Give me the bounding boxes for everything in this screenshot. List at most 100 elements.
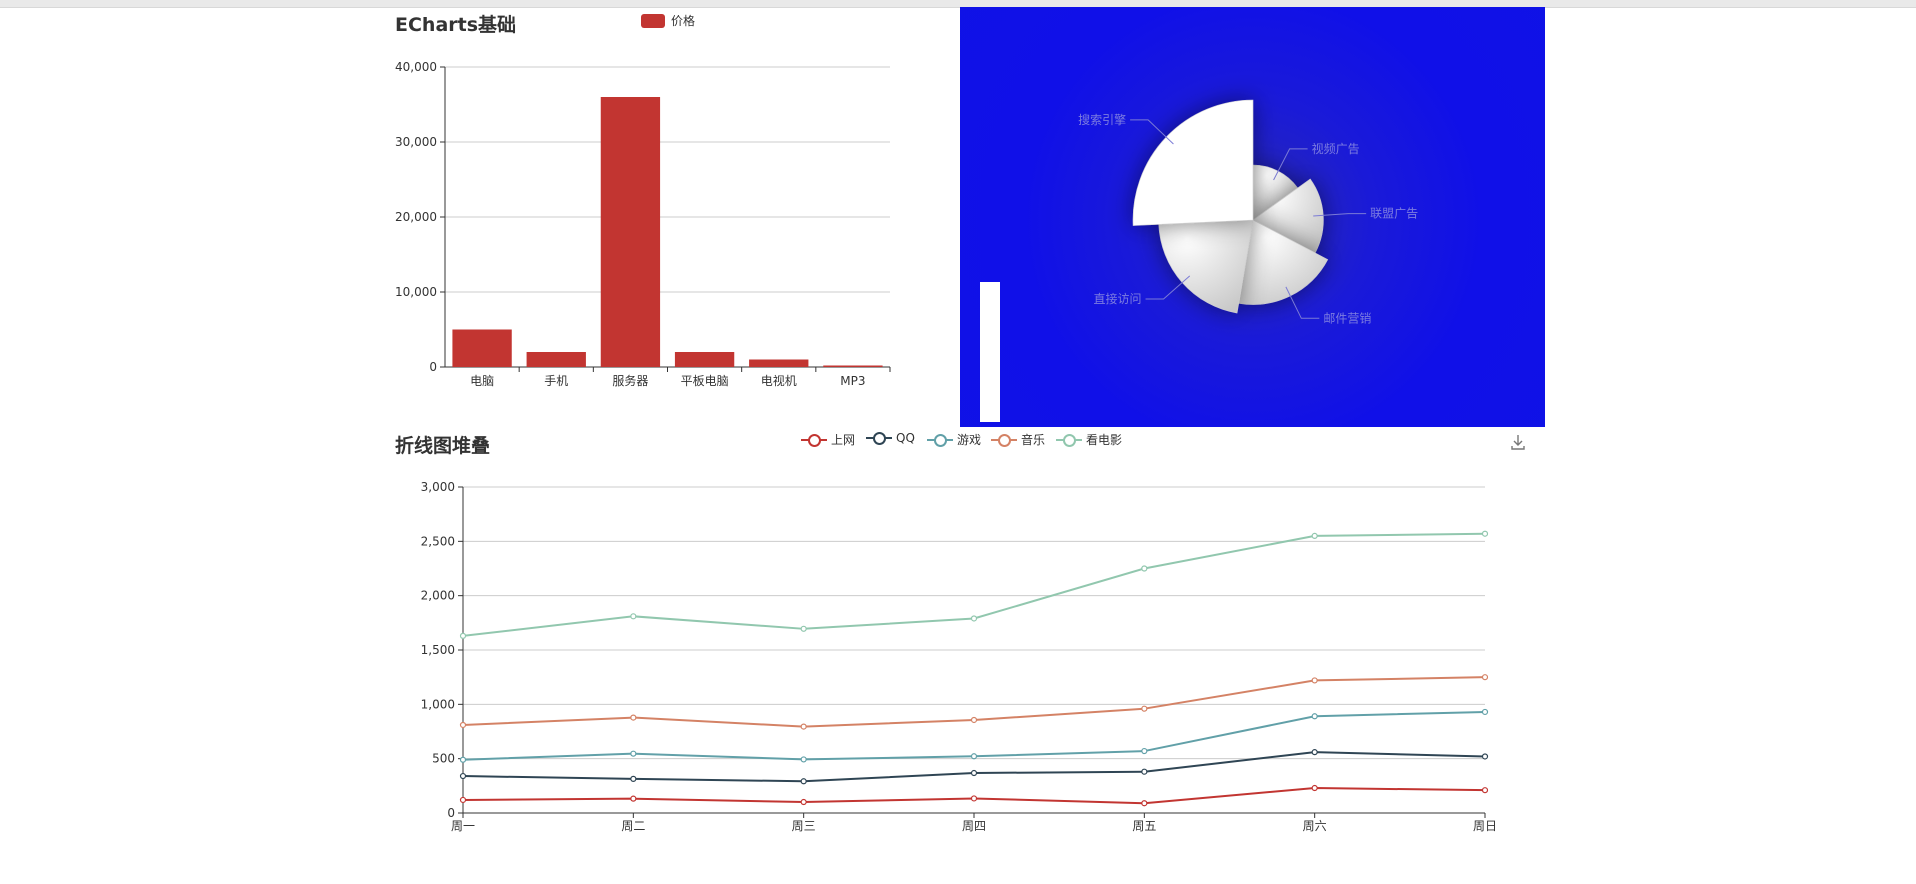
- line-chart: 0 500 1,000 1,500 2,000 2,500 3,000 周一 周二 周三 周四 周五 周…: [421, 480, 1497, 833]
- line-legend-icon: [1056, 433, 1082, 447]
- line-point[interactable]: [1141, 800, 1148, 807]
- bar-xtick-label: 电脑: [470, 374, 494, 388]
- line-legend-icon: [866, 431, 892, 445]
- line-point[interactable]: [1311, 749, 1318, 756]
- line-point[interactable]: [630, 750, 637, 757]
- bar[interactable]: [600, 97, 661, 367]
- bar[interactable]: [526, 352, 586, 367]
- line-point[interactable]: [800, 798, 807, 806]
- line-point[interactable]: [459, 772, 467, 780]
- line-ytick-label: 1,500: [421, 643, 455, 657]
- bar-xtick-label: MP3: [840, 374, 865, 388]
- pie-slice-label: 搜索引擎: [1078, 112, 1126, 127]
- pie-chart: 视频广告联盟广告邮件营销 直接访问 搜索引擎: [1078, 99, 1418, 325]
- line-point[interactable]: [800, 756, 807, 763]
- bar[interactable]: [452, 329, 512, 368]
- bar-ytick-label: 20,000: [395, 210, 437, 224]
- line-legend-label: 音乐: [1021, 433, 1046, 447]
- line-point[interactable]: [1311, 677, 1318, 684]
- line-legend-icon: [927, 433, 953, 447]
- line-point[interactable]: [800, 625, 807, 632]
- line-point[interactable]: [1311, 713, 1318, 720]
- line-point[interactable]: [800, 723, 807, 730]
- bar[interactable]: [749, 359, 809, 368]
- line-legend-item[interactable]: 游戏: [927, 431, 981, 448]
- line-legend-item[interactable]: 看电影: [1056, 431, 1122, 448]
- line-point[interactable]: [1141, 565, 1148, 572]
- bar[interactable]: [823, 365, 883, 368]
- line-point[interactable]: [1481, 674, 1489, 681]
- pie-slice-label: 邮件营销: [1323, 311, 1371, 325]
- pie-chart-panel: 视频广告联盟广告邮件营销 直接访问 搜索引擎: [960, 7, 1545, 427]
- pie-slice-label: 直接访问: [1094, 291, 1142, 306]
- bar-xtick-label: 服务器: [612, 373, 648, 388]
- line-ytick-label: 2,000: [421, 589, 455, 603]
- download-icon[interactable]: [1508, 432, 1528, 452]
- bar-ytick-label: 40,000: [395, 60, 437, 74]
- pie-slice[interactable]: [1132, 99, 1254, 226]
- line-point[interactable]: [630, 775, 637, 782]
- line-ytick-label: 3,000: [421, 480, 455, 494]
- line-ytick-label: 2,500: [421, 534, 455, 548]
- bar-legend-label: 价格: [671, 14, 696, 28]
- line-chart-title: 折线图堆叠: [395, 435, 491, 457]
- line-point[interactable]: [800, 778, 807, 785]
- line-point[interactable]: [1311, 784, 1318, 792]
- line-point[interactable]: [459, 756, 467, 763]
- line-xtick-label: 周六: [1303, 819, 1327, 833]
- line-legend-icon: [801, 433, 827, 447]
- bar-legend-swatch: [641, 13, 665, 28]
- line-legend-label: 上网: [831, 433, 856, 447]
- bar-chart: 0 10,000 20,000 30,000 40,000 电脑 手机 服务器 平板电脑 电视机 M…: [395, 60, 891, 388]
- line-legend-item[interactable]: 上网: [801, 431, 855, 448]
- line-xtick-label: 周五: [1132, 819, 1156, 833]
- browser-top-border: [0, 0, 1916, 8]
- line-point[interactable]: [630, 795, 637, 802]
- line-point[interactable]: [1141, 705, 1148, 712]
- line-point[interactable]: [630, 714, 637, 721]
- line-legend-item[interactable]: QQ: [866, 431, 915, 445]
- line-xtick-label: 周一: [451, 819, 475, 833]
- line-point[interactable]: [459, 721, 467, 729]
- line-ytick-label: 500: [432, 752, 455, 766]
- bar-ytick-label: 30,000: [395, 135, 437, 149]
- bar-xtick-label: 平板电脑: [681, 374, 729, 388]
- line-point[interactable]: [970, 769, 978, 777]
- line-point[interactable]: [1481, 753, 1489, 760]
- line-legend-label: QQ: [896, 431, 915, 445]
- line-point[interactable]: [970, 716, 978, 724]
- pie-slice-label: 联盟广告: [1370, 207, 1418, 221]
- line-ytick-label: 0: [447, 806, 455, 820]
- line-legend-label: 游戏: [957, 433, 982, 447]
- line-point[interactable]: [970, 615, 978, 622]
- line-point[interactable]: [1481, 530, 1489, 537]
- line-point[interactable]: [459, 632, 467, 639]
- line-point[interactable]: [630, 613, 637, 620]
- visual-map-bar[interactable]: [980, 282, 1000, 422]
- bar-xtick-label: 手机: [544, 374, 568, 388]
- line-point[interactable]: [1311, 532, 1318, 540]
- bar-xtick-label: 电视机: [761, 373, 797, 388]
- line-point[interactable]: [1481, 787, 1489, 794]
- pie-slice-label: 视频广告: [1312, 141, 1360, 156]
- line-point[interactable]: [1141, 768, 1148, 775]
- line-legend-item[interactable]: 音乐: [991, 431, 1045, 448]
- line-point[interactable]: [970, 795, 978, 802]
- line-xtick-label: 周日: [1473, 819, 1497, 833]
- line-legend-icon: [991, 433, 1017, 447]
- line-point[interactable]: [459, 796, 467, 804]
- bar-legend-item[interactable]: 价格: [641, 12, 695, 29]
- bar[interactable]: [674, 352, 735, 367]
- line-legend-label: 看电影: [1086, 433, 1123, 447]
- pie-slice[interactable]: [1158, 219, 1254, 314]
- line-xtick-label: 周四: [962, 819, 986, 833]
- bar-ytick-label: 10,000: [395, 285, 437, 299]
- line-ytick-label: 1,000: [421, 697, 455, 711]
- bar-chart-title: ECharts基础: [395, 14, 517, 36]
- line-point[interactable]: [1481, 708, 1489, 716]
- line-xtick-label: 周二: [621, 819, 645, 833]
- line-point[interactable]: [1141, 747, 1148, 755]
- bar-ytick-label: 0: [429, 360, 437, 374]
- line-xtick-label: 周三: [792, 819, 816, 833]
- line-point[interactable]: [970, 753, 978, 760]
